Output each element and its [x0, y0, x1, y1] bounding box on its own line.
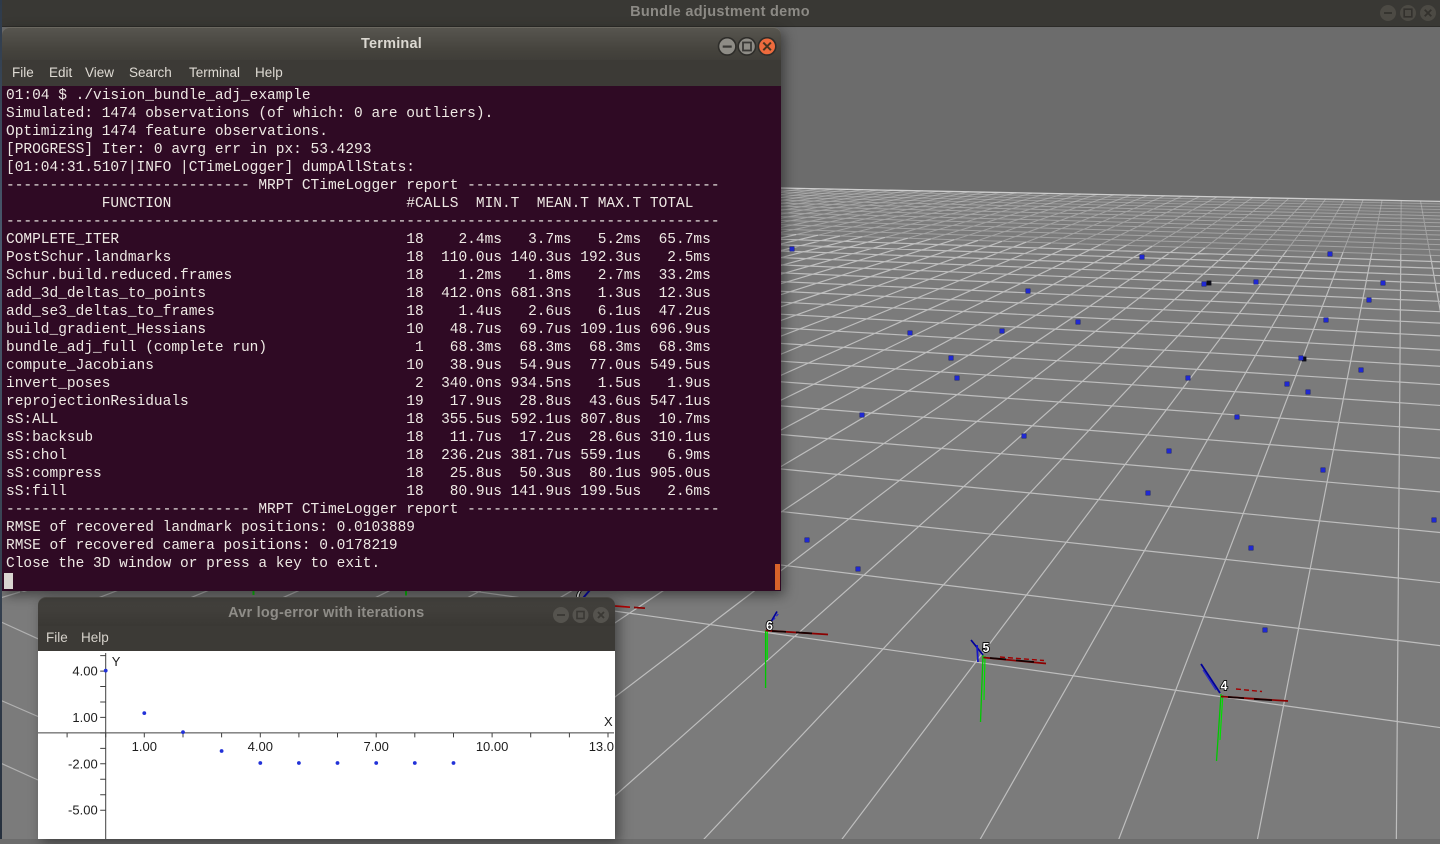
svg-text:4.00: 4.00: [248, 739, 273, 754]
svg-text:1.00: 1.00: [132, 739, 157, 754]
svg-text:4: 4: [1221, 679, 1228, 693]
svg-text:5: 5: [983, 641, 990, 655]
svg-text:X: X: [604, 714, 613, 729]
svg-text:7.00: 7.00: [364, 739, 389, 754]
svg-text:Y: Y: [112, 654, 121, 669]
svg-text:13.0: 13.0: [589, 739, 614, 754]
svg-text:-5.00: -5.00: [68, 803, 98, 818]
svg-text:1.00: 1.00: [72, 710, 97, 725]
svg-text:6: 6: [766, 619, 773, 633]
svg-text:10.00: 10.00: [476, 739, 509, 754]
svg-text:-2.00: -2.00: [68, 756, 98, 771]
svg-text:4.00: 4.00: [72, 664, 97, 679]
